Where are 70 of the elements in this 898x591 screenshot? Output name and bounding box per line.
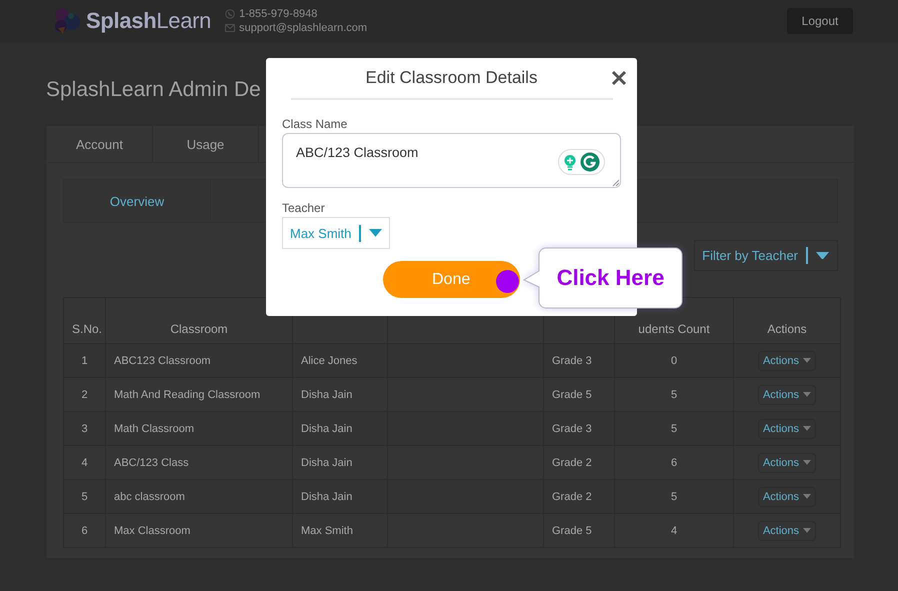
caret-icon <box>803 426 812 431</box>
table-cell: ABC123 Classroom <box>114 354 211 366</box>
table-cell: 4 <box>81 456 88 468</box>
close-icon[interactable] <box>611 70 627 86</box>
support-email[interactable]: support@splashlearn.com <box>239 22 368 34</box>
actions-dropdown[interactable]: Actions <box>758 486 816 506</box>
actions-dropdown[interactable]: Actions <box>758 384 816 404</box>
table-cell: Disha Jain <box>301 388 352 400</box>
writing-assistant-icons[interactable] <box>558 149 605 175</box>
table-cell: Math Classroom <box>114 422 194 434</box>
table-cell: Alice Jones <box>301 354 358 366</box>
table-cell: Max Smith <box>301 524 353 536</box>
table-cell: Disha Jain <box>301 456 352 468</box>
table-cell: 4 <box>670 524 678 536</box>
table-cell: 0 <box>670 354 678 366</box>
caret-icon <box>803 392 812 397</box>
table-cell: ABC/123 Class <box>114 456 189 468</box>
field-label: Teacher <box>282 201 326 215</box>
table-cell: 6 <box>81 524 88 536</box>
table-cell: 5 <box>81 490 88 502</box>
phone-icon <box>225 9 236 19</box>
logo-text: SplashLearn <box>86 8 212 34</box>
logo-icon <box>52 6 82 36</box>
table-cell: Grade 2 <box>552 456 592 468</box>
table-cell: 1 <box>81 354 88 366</box>
callout-text: Click Here <box>556 265 666 291</box>
column-header: S.No. <box>72 322 102 336</box>
table-cell: Grade 3 <box>552 422 592 434</box>
actions-dropdown[interactable]: Actions <box>758 520 816 540</box>
field-label: Class Name <box>282 117 348 131</box>
actions-dropdown[interactable]: Actions <box>758 452 816 472</box>
table-cell: Math And Reading Classroom <box>114 388 260 400</box>
resize-handle-icon[interactable] <box>612 179 619 186</box>
caret-icon <box>816 252 829 260</box>
table-cell: Grade 3 <box>552 354 592 366</box>
table-cell: 3 <box>81 422 88 434</box>
table-cell: 5 <box>670 388 678 400</box>
sub-tab[interactable]: Overview <box>64 180 211 222</box>
column-header: udents Count <box>638 322 710 336</box>
column-header: Classroom <box>170 322 228 336</box>
caret-icon <box>803 460 812 465</box>
mail-icon <box>225 24 236 32</box>
phone-number: 1-855-979-8948 <box>239 8 318 20</box>
column-header: Actions <box>767 322 807 336</box>
actions-dropdown[interactable]: Actions <box>758 350 816 370</box>
page-title: SplashLearn Admin De <box>46 78 262 103</box>
table-cell: Grade 2 <box>552 490 592 502</box>
table-cell: Disha Jain <box>301 422 352 434</box>
table-cell: Max Classroom <box>114 524 190 536</box>
class-name-field[interactable]: ABC/123 Classroom <box>282 133 621 188</box>
teacher-dropdown[interactable]: Max Smith <box>282 217 390 249</box>
nav-tab[interactable]: Usage <box>153 126 259 162</box>
pointer-dot-icon <box>496 270 519 293</box>
table-cell: 2 <box>81 388 88 400</box>
table-cell: 5 <box>670 422 678 434</box>
actions-dropdown[interactable]: Actions <box>758 418 816 438</box>
caret-icon <box>803 528 812 533</box>
table-cell: 5 <box>670 490 678 502</box>
table-cell: abc classroom <box>114 490 185 502</box>
table-cell: Disha Jain <box>301 490 352 502</box>
nav-tab[interactable]: Account <box>47 126 153 162</box>
dialog-title: Edit Classroom Details <box>366 68 538 88</box>
table-cell: 6 <box>670 456 678 468</box>
logout-button[interactable]: Logout <box>787 8 853 34</box>
teacher-filter-dropdown[interactable]: Filter by Teacher <box>694 240 838 271</box>
caret-icon <box>803 494 812 499</box>
caret-icon <box>369 229 382 237</box>
caret-icon <box>803 358 812 363</box>
table-cell: Grade 5 <box>552 524 592 536</box>
table-cell: Grade 5 <box>552 388 592 400</box>
